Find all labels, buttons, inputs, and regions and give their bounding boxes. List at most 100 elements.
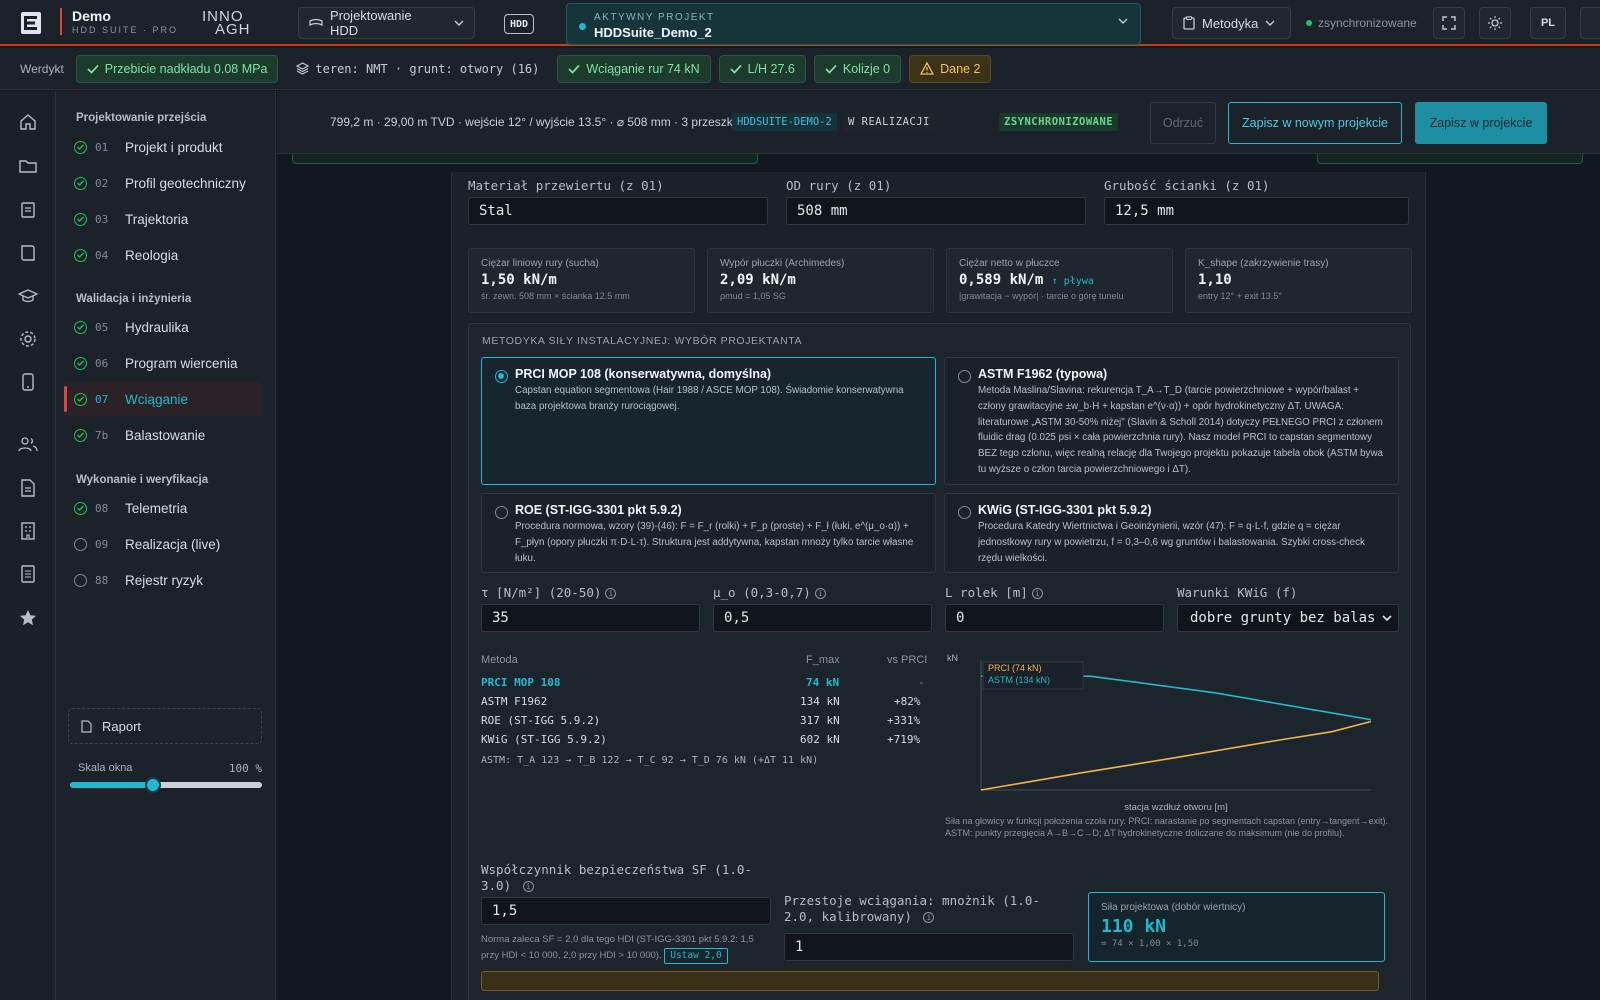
document-icon[interactable] <box>17 477 39 499</box>
material-field[interactable]: Stal <box>468 197 768 225</box>
sidebar-item-hydraulics[interactable]: 05 Hydraulika <box>64 310 262 344</box>
sf-label: Współczynnik bezpieczeństwa SF (1.0-3.0)… <box>481 862 752 893</box>
check-circle-icon <box>74 248 87 262</box>
hdd-badge: HDD <box>504 14 535 34</box>
method-option-kwig[interactable]: KWiG (ST-IGG-3301 pkt 5.9.2) Procedura Ka… <box>944 493 1399 573</box>
check-icon <box>87 64 99 74</box>
project-header: 799,2 m · 29,00 m TVD · wejście 12° / wy… <box>277 91 1600 154</box>
verdict-pill-pullback[interactable]: Wciąganie rur 74 kN <box>557 54 711 83</box>
sync-tag: ZSYNCHRONIZOWANE <box>999 113 1119 131</box>
fullscreen-icon <box>1442 16 1456 30</box>
material-label: Materiał przewiertu (z 01) <box>468 178 664 193</box>
table-header: Metoda <box>481 654 518 666</box>
od-label: OD rury (z 01) <box>786 178 892 193</box>
slider-handle[interactable] <box>144 777 161 793</box>
project-code-tag: HDDSUITE-DEMO-2 <box>732 113 837 131</box>
verdict-pill-lh[interactable]: L/H 27.6 <box>718 54 806 83</box>
wall-label: Grubość ścianki (z 01) <box>1104 178 1270 193</box>
gear-icon[interactable] <box>17 328 39 350</box>
active-project-select[interactable]: AKTYWNY PROJEKT HDDSuite_Demo_2 <box>566 3 1141 45</box>
sidebar-item-project[interactable]: 01 Projekt i produkt <box>64 130 262 164</box>
downtime-input[interactable]: 1 <box>784 933 1074 961</box>
method-button[interactable]: Metodyka <box>1172 7 1291 39</box>
graduation-cap-icon[interactable] <box>17 285 39 307</box>
account-button[interactable] <box>1580 7 1600 39</box>
table-row-fmax: 74 kN <box>806 676 840 689</box>
check-circle-icon <box>74 212 87 226</box>
collapsed-panel-edge <box>292 154 758 164</box>
info-icon[interactable]: i <box>605 588 617 599</box>
od-field[interactable]: 508 mm <box>786 197 1086 225</box>
sf-input[interactable]: 1,5 <box>481 897 771 925</box>
building-icon[interactable] <box>17 520 39 542</box>
design-force-value: 110 kN <box>1101 916 1167 937</box>
sync-status: zsynchronizowane <box>1306 16 1417 30</box>
method-section-title: METODYKA SIŁY INSTALACYJNEJ: WYBÓR PROJE… <box>482 335 803 347</box>
sidebar-item-geotech[interactable]: 02 Profil geotechniczny <box>64 166 262 200</box>
sidebar-item-trajectory[interactable]: 03 Trajektoria <box>64 202 262 236</box>
star-icon[interactable] <box>17 607 39 629</box>
sidebar-item-pullback[interactable]: 07 Wciąganie <box>64 382 262 416</box>
info-icon[interactable]: i <box>814 588 826 599</box>
mobile-icon[interactable] <box>17 371 39 393</box>
sf-norm-note: Norma zaleca SF = 2,0 dla tego HDI (ST-I… <box>481 932 771 964</box>
info-icon[interactable]: i <box>522 881 534 892</box>
chart-legend-prci: PRCI (74 kN) <box>988 663 1042 673</box>
users-icon[interactable] <box>17 433 39 455</box>
check-circle-icon <box>74 356 87 370</box>
fullscreen-button[interactable] <box>1433 7 1465 39</box>
clipboard-icon[interactable] <box>17 198 39 220</box>
verdict-pill-data[interactable]: Dane 2 <box>909 54 992 83</box>
info-icon[interactable]: i <box>1031 588 1043 599</box>
language-button[interactable]: PL <box>1530 7 1566 39</box>
method-option-roe[interactable]: ROE (ST-IGG-3301 pkt 5.9.2) Procedura nor… <box>481 493 936 573</box>
set-sf-button[interactable]: Ustaw 2,0 <box>664 948 728 964</box>
folder-icon[interactable] <box>17 155 39 177</box>
kwig-conditions-select[interactable]: dobre grunty bez balastu <box>1177 604 1399 632</box>
sidebar-item-drilling-program[interactable]: 06 Program wiercenia <box>64 346 262 380</box>
discard-button[interactable]: Odrzuć <box>1150 102 1216 144</box>
window-scale-slider[interactable] <box>70 777 262 793</box>
module-select[interactable]: Projektowanie HDD <box>298 7 475 39</box>
save-project-button[interactable]: Zapisz w projekcie <box>1415 102 1547 144</box>
sidebar-item-telemetry[interactable]: 08 Telemetria <box>64 491 262 525</box>
verdict-pill-collisions[interactable]: Kolizje 0 <box>813 54 902 83</box>
method-option-prci[interactable]: PRCI MOP 108 (konserwatywna, domyślna) Ca… <box>481 357 936 485</box>
floats-badge: ↑ pływa <box>1051 276 1094 287</box>
stat-card-kshape: K_shape (zakrzywienie trasy) 1,10 entry 12… <box>1185 248 1412 313</box>
chevron-down-icon <box>1382 615 1392 621</box>
info-icon[interactable]: i <box>923 912 935 923</box>
sidebar-item-rheology[interactable]: 04 Reologia <box>64 238 262 272</box>
theme-toggle-button[interactable] <box>1479 7 1511 39</box>
sun-icon <box>1488 16 1502 30</box>
method-option-astm[interactable]: ASTM F1962 (typowa) Metoda Maslina/Slavin… <box>944 357 1399 485</box>
verdict-pill-overburden[interactable]: Przebicie nadkładu 0.08 MPa <box>75 54 279 83</box>
warning-icon <box>920 62 935 75</box>
layers-icon <box>296 62 310 75</box>
sidebar-item-risk-register[interactable]: 88 Rejestr ryzyk <box>64 563 262 597</box>
save-new-project-button[interactable]: Zapisz w nowym projekcie <box>1228 102 1402 144</box>
table-header: vs PRCI <box>887 654 928 666</box>
home-icon[interactable] <box>17 111 39 133</box>
sidebar-item-ballasting[interactable]: 7b Balastowanie <box>64 418 262 452</box>
rollers-label: L rolek [m] i <box>945 585 1043 600</box>
wall-field[interactable]: 12,5 mm <box>1104 197 1409 225</box>
app-logo-icon <box>21 12 41 34</box>
tau-input[interactable]: 35 <box>481 604 700 632</box>
design-force-label: Siła projektowa (dobór wiertnicy) <box>1101 902 1246 913</box>
report-button[interactable]: Raport <box>68 708 262 744</box>
rollers-input[interactable]: 0 <box>945 604 1164 632</box>
notebook-icon[interactable] <box>17 563 39 585</box>
project-status-tag: W REALIZACJI <box>843 113 935 131</box>
brand: Demo HDD SUITE · PRO <box>60 8 178 35</box>
sidebar-section-title: Projektowanie przejścia <box>76 112 207 124</box>
check-circle-icon <box>74 320 87 334</box>
stat-card-buoyancy: Wypór płuczki (Archimedes) 2,09 kN/m ρmud … <box>707 248 934 313</box>
check-circle-icon <box>74 392 87 406</box>
radio-icon <box>958 370 971 383</box>
sidebar-item-live[interactable]: 09 Realizacja (live) <box>64 527 262 561</box>
partner-logo: INNO AGH <box>202 8 251 38</box>
book-icon[interactable] <box>17 242 39 264</box>
table-row-fmax: 317 kN <box>800 714 840 727</box>
mu-input[interactable]: 0,5 <box>713 604 932 632</box>
